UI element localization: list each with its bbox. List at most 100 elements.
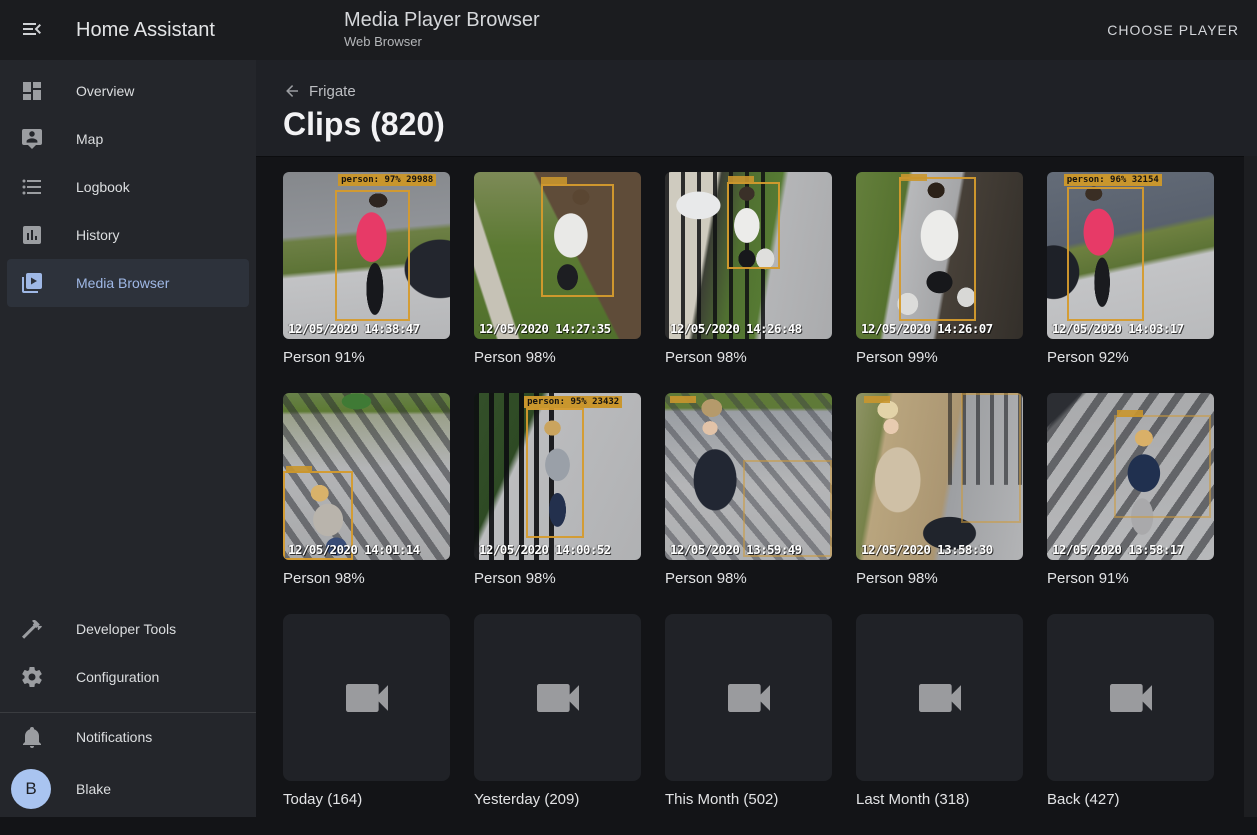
folder-label: Yesterday (209): [474, 789, 641, 811]
choose-player-button[interactable]: CHOOSE PLAYER: [1099, 14, 1247, 46]
panel-heading: Media Player Browser Web Browser: [344, 8, 540, 49]
sidebar-spacer: [0, 307, 256, 605]
clip-card[interactable]: 12/05/2020 13:58:30 Person 98%: [856, 393, 1023, 590]
clip-label: Person 98%: [283, 568, 450, 590]
folder-label: Back (427): [1047, 789, 1214, 811]
sidebar-nav: Overview Map Logbook History Media Brows…: [0, 60, 256, 307]
clip-card[interactable]: person: 97% 29988 12/05/2020 14:38:47 Pe…: [283, 172, 450, 369]
detection-box: [541, 184, 614, 298]
sidebar-item-notifications[interactable]: Notifications: [0, 713, 256, 761]
folder-card-today[interactable]: Today (164): [283, 614, 450, 811]
sidebar-item-media-browser[interactable]: Media Browser: [7, 259, 249, 307]
clip-thumbnail: person: 97% 29988 12/05/2020 14:38:47: [283, 172, 450, 339]
clip-thumbnail: 12/05/2020 14:01:14: [283, 393, 450, 560]
folder-thumbnail: [1047, 614, 1214, 781]
clip-card[interactable]: 12/05/2020 14:26:48 Person 98%: [665, 172, 832, 369]
video-camera-icon: [1103, 670, 1159, 726]
sidebar-item-history[interactable]: History: [0, 211, 256, 259]
clip-timestamp: 12/05/2020 14:26:07: [861, 321, 993, 336]
clips-row: person: 97% 29988 12/05/2020 14:38:47 Pe…: [283, 172, 1214, 369]
detection-tag: person: 95% 23432: [524, 396, 622, 408]
clip-card[interactable]: person: 96% 32154 12/05/2020 14:03:17 Pe…: [1047, 172, 1214, 369]
clip-thumbnail: person: 96% 32154 12/05/2020 14:03:17: [1047, 172, 1214, 339]
gear-icon: [20, 665, 44, 689]
folder-label: Today (164): [283, 789, 450, 811]
clip-label: Person 92%: [1047, 347, 1214, 369]
clip-label: Person 98%: [474, 568, 641, 590]
detection-box: [335, 190, 410, 320]
detection-box: [727, 182, 780, 269]
clip-label: Person 98%: [856, 568, 1023, 590]
clip-label: Person 98%: [474, 347, 641, 369]
sidebar-item-label: Configuration: [76, 669, 159, 685]
sidebar-item-overview[interactable]: Overview: [0, 67, 256, 115]
page-title: Clips (820): [283, 106, 445, 143]
sidebar: Overview Map Logbook History Media Brows…: [0, 60, 256, 817]
folder-card-this-month[interactable]: This Month (502): [665, 614, 832, 811]
sidebar-item-profile[interactable]: B Blake: [0, 761, 256, 817]
clip-label: Person 91%: [283, 347, 450, 369]
detection-tag: person: 97% 29988: [338, 174, 436, 186]
folder-thumbnail: [474, 614, 641, 781]
folder-card-last-month[interactable]: Last Month (318): [856, 614, 1023, 811]
clip-timestamp: 12/05/2020 14:26:48: [670, 321, 802, 336]
clip-thumbnail: 12/05/2020 13:59:49: [665, 393, 832, 560]
breadcrumb-back[interactable]: Frigate: [283, 82, 356, 100]
sidebar-item-label: Notifications: [76, 729, 152, 745]
clip-thumbnail: 12/05/2020 14:27:35: [474, 172, 641, 339]
app-title: Home Assistant: [76, 19, 215, 42]
clip-label: Person 98%: [665, 347, 832, 369]
detection-box: [961, 393, 1021, 523]
clip-card[interactable]: 12/05/2020 14:01:14 Person 98%: [283, 393, 450, 590]
sidebar-item-label: Map: [76, 131, 103, 147]
video-camera-icon: [339, 670, 395, 726]
sidebar-item-label: Overview: [76, 83, 134, 99]
detection-box: [1114, 415, 1211, 519]
clips-row: 12/05/2020 14:01:14 Person 98% person: 9…: [283, 393, 1214, 590]
detection-box: [899, 177, 976, 321]
folder-thumbnail: [283, 614, 450, 781]
clip-label: Person 91%: [1047, 568, 1214, 590]
folder-card-yesterday[interactable]: Yesterday (209): [474, 614, 641, 811]
map-account-icon: [20, 127, 44, 151]
sidebar-item-developer-tools[interactable]: Developer Tools: [0, 605, 256, 653]
bell-icon: [20, 725, 44, 749]
sidebar-item-logbook[interactable]: Logbook: [0, 163, 256, 211]
clip-card[interactable]: 12/05/2020 14:26:07 Person 99%: [856, 172, 1023, 369]
sidebar-item-map[interactable]: Map: [0, 115, 256, 163]
sidebar-item-label: Logbook: [76, 179, 130, 195]
detection-tag: [1117, 410, 1143, 417]
clips-grid: person: 97% 29988 12/05/2020 14:38:47 Pe…: [283, 172, 1214, 835]
sidebar-item-configuration[interactable]: Configuration: [0, 653, 256, 701]
detection-tag: [541, 177, 567, 184]
folder-thumbnail: [665, 614, 832, 781]
detection-box: [1067, 187, 1144, 321]
sidebar-item-label: Media Browser: [76, 275, 169, 291]
clip-card[interactable]: 12/05/2020 13:59:49 Person 98%: [665, 393, 832, 590]
breadcrumb-label: Frigate: [309, 83, 356, 100]
video-camera-icon: [912, 670, 968, 726]
clip-card[interactable]: person: 95% 23432 12/05/2020 14:00:52 Pe…: [474, 393, 641, 590]
panel-title: Media Player Browser: [344, 8, 540, 32]
clip-label: Person 99%: [856, 347, 1023, 369]
logbook-list-icon: [20, 175, 44, 199]
media-browser-icon: [20, 271, 44, 295]
clip-timestamp: 12/05/2020 13:59:49: [670, 542, 802, 557]
clip-card[interactable]: 12/05/2020 13:58:17 Person 91%: [1047, 393, 1214, 590]
clip-label: Person 98%: [665, 568, 832, 590]
sidebar-toggle-button[interactable]: [10, 8, 54, 52]
clip-thumbnail: person: 95% 23432 12/05/2020 14:00:52: [474, 393, 641, 560]
hammer-icon: [20, 617, 44, 641]
clip-timestamp: 12/05/2020 14:38:47: [288, 321, 420, 336]
clip-timestamp: 12/05/2020 14:03:17: [1052, 321, 1184, 336]
vertical-scrollbar[interactable]: [1244, 156, 1257, 817]
clip-timestamp: 12/05/2020 14:00:52: [479, 542, 611, 557]
clip-card[interactable]: 12/05/2020 14:27:35 Person 98%: [474, 172, 641, 369]
user-name: Blake: [76, 781, 111, 797]
clip-thumbnail: 12/05/2020 14:26:07: [856, 172, 1023, 339]
detection-tag: [901, 174, 927, 181]
history-chart-icon: [20, 223, 44, 247]
dashboard-icon: [20, 79, 44, 103]
folder-card-back[interactable]: Back (427): [1047, 614, 1214, 811]
detection-tag: [864, 396, 890, 403]
